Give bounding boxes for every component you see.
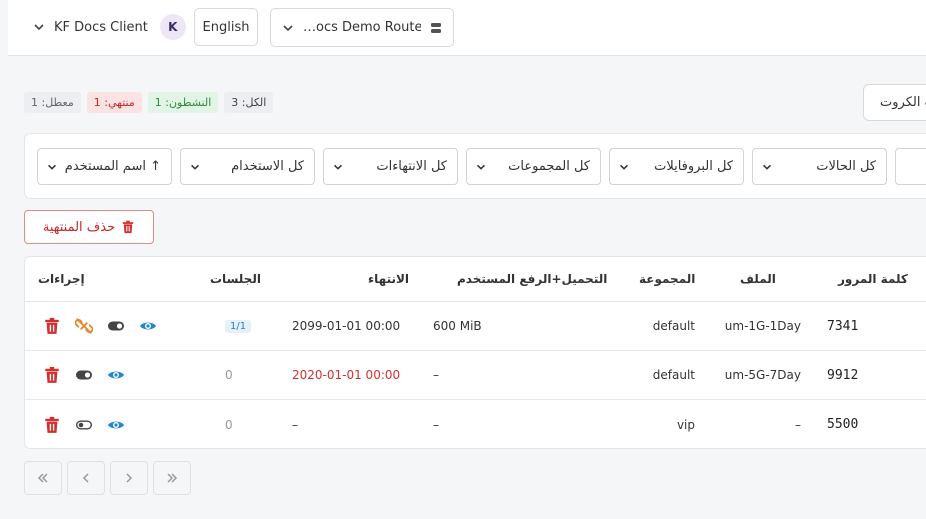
prev-page-button[interactable] (67, 461, 105, 495)
usage-filter-select[interactable]: كل الاستخدام (180, 148, 315, 185)
chevron-down-icon (283, 24, 293, 31)
trash-icon[interactable] (43, 366, 61, 384)
col-expiry[interactable]: الانتهاء (368, 257, 409, 301)
client-name: KF Docs Client (54, 19, 148, 35)
chevron-down-icon (191, 164, 199, 170)
status-counts: معطل: 1 منتهي: 1 النشطون: 1 الكل: 3 (24, 92, 274, 113)
all-count-badge[interactable]: الكل: 3 (224, 92, 274, 113)
next-page-button[interactable] (110, 461, 148, 495)
table-row: 5500 – vip – – 0 (25, 400, 926, 448)
table-header: كلمة المرور الملف المجموعة التحميل+الرفع… (25, 257, 926, 302)
trash-icon[interactable] (43, 416, 61, 434)
eye-icon[interactable] (139, 317, 157, 335)
usage-cell: 600 MiB (433, 319, 482, 333)
prev-page-icon (82, 473, 89, 483)
expiry-cell: 2020-01-01 00:00 (292, 368, 401, 382)
filter-panel: اسم المستخدم ↑ كل الاستخدام كل الانتهاءا… (24, 133, 926, 199)
chevron-down-icon (34, 24, 44, 31)
search-input[interactable] (895, 148, 926, 185)
language-button[interactable]: English (194, 8, 258, 46)
router-name: …ocs Demo Router (303, 20, 421, 35)
chevron-down-icon (763, 164, 771, 170)
sort-select-value: اسم المستخدم ↑ (64, 159, 161, 174)
profile-filter-value: كل البروفايلات (654, 159, 733, 174)
expired-count-badge[interactable]: منتهي: 1 (86, 92, 142, 113)
group-cell: default (652, 368, 695, 382)
expiry-filter-select[interactable]: كل الانتهاءات (323, 148, 458, 185)
group-filter-select[interactable]: كل المجموعات (466, 148, 601, 185)
router-selector[interactable]: …ocs Demo Router (270, 8, 454, 47)
trash-icon (122, 220, 134, 234)
usage-filter-value: كل الاستخدام (231, 159, 304, 174)
profile-cell: – (795, 417, 801, 432)
col-group[interactable]: المجموعة (639, 257, 695, 301)
first-page-button[interactable] (24, 461, 62, 495)
col-profile[interactable]: الملف (740, 257, 776, 301)
sessions-badge: 1/1 (225, 319, 252, 333)
search-cards-button[interactable]: بحث الكروت (863, 84, 926, 121)
chevron-down-icon (48, 164, 56, 170)
avatar: K (159, 14, 186, 40)
chevron-down-icon (620, 164, 628, 170)
cards-table: كلمة المرور الملف المجموعة التحميل+الرفع… (24, 256, 926, 449)
usage-cell: – (433, 368, 439, 382)
expiry-filter-value: كل الانتهاءات (376, 159, 447, 174)
profile-cell: um-5G-7Day (724, 368, 801, 382)
row-actions (43, 351, 125, 399)
col-actions: إجراءات (38, 272, 85, 286)
sessions-count: 0 (225, 417, 233, 432)
trash-icon[interactable] (43, 317, 61, 335)
next-page-icon (126, 473, 133, 483)
unlink-icon[interactable] (75, 317, 93, 335)
password-cell: 7341 (827, 318, 859, 334)
chevron-down-icon (334, 164, 342, 170)
col-password[interactable]: كلمة المرور (838, 257, 908, 301)
table-row: 9912 um-5G-7Day default – 2020-01-01 00:… (25, 351, 926, 400)
status-filter-select[interactable]: كل الحالات (752, 148, 887, 185)
toggle-icon[interactable] (107, 317, 125, 335)
status-filter-value: كل الحالات (816, 159, 876, 174)
last-page-icon (167, 473, 178, 483)
server-icon (431, 22, 441, 33)
row-actions (43, 302, 157, 350)
last-page-button[interactable] (153, 461, 191, 495)
col-usage[interactable]: التحميل+الرفع المستخدم (457, 257, 607, 301)
chevron-down-icon (477, 164, 485, 170)
client-switcher[interactable]: KF Docs Client K (32, 12, 186, 42)
toggle-icon[interactable] (75, 416, 93, 434)
group-cell: vip (676, 417, 695, 432)
expiry-cell: 2099-01-01 00:00 (292, 319, 401, 333)
delete-expired-label: حذف المنتهية (42, 219, 116, 235)
sessions-count: 0 (225, 368, 233, 382)
sessions-cell: 0 (225, 400, 233, 448)
first-page-icon (37, 473, 48, 483)
pagination (24, 461, 191, 495)
group-filter-value: كل المجموعات (508, 159, 590, 174)
usage-cell: – (433, 417, 439, 432)
password-cell: 5500 (827, 417, 859, 432)
sessions-cell: 0 (225, 351, 233, 399)
eye-icon[interactable] (107, 416, 125, 434)
active-count-badge[interactable]: النشطون: 1 (147, 92, 219, 113)
delete-expired-button[interactable]: حذف المنتهية (24, 210, 154, 244)
eye-icon[interactable] (107, 366, 125, 384)
group-cell: default (652, 319, 695, 333)
password-cell: 9912 (827, 367, 859, 383)
sessions-cell: 1/1 (225, 302, 252, 350)
toggle-icon[interactable] (75, 366, 93, 384)
expiry-cell: – (292, 417, 298, 432)
profile-cell: um-1G-1Day (724, 319, 801, 333)
row-actions (43, 400, 125, 448)
profile-filter-select[interactable]: كل البروفايلات (609, 148, 744, 185)
sort-select[interactable]: اسم المستخدم ↑ (37, 148, 172, 185)
disabled-count-badge[interactable]: معطل: 1 (24, 92, 81, 113)
col-sessions[interactable]: الجلسات (210, 257, 261, 301)
table-row: 7341 um-1G-1Day default 600 MiB 2099-01-… (25, 302, 926, 351)
top-bar: KF Docs Client K English …ocs Demo Route… (8, 0, 926, 56)
